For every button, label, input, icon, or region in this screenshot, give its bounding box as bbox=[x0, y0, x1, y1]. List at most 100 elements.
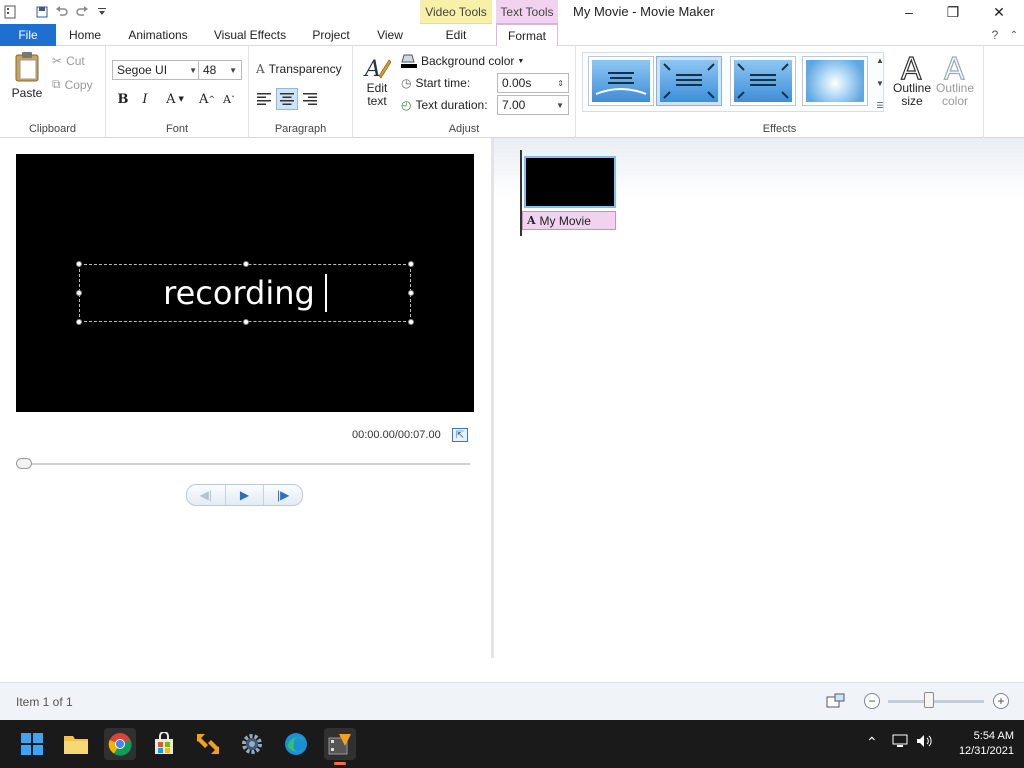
zoom-slider[interactable] bbox=[888, 700, 984, 703]
chevron-up-icon: ▲ bbox=[876, 56, 884, 65]
effect-thumbnail-1[interactable] bbox=[588, 56, 654, 106]
paste-label: Paste bbox=[11, 86, 43, 100]
chrome-button[interactable] bbox=[104, 728, 136, 760]
resize-handle[interactable] bbox=[76, 319, 82, 325]
align-center-button[interactable] bbox=[276, 88, 298, 110]
resize-handle[interactable] bbox=[76, 261, 82, 267]
paste-button[interactable]: Paste bbox=[8, 52, 46, 108]
settings-button[interactable] bbox=[236, 728, 268, 760]
font-family-select[interactable]: Segoe UI ▼ bbox=[112, 60, 202, 80]
font-size-select[interactable]: 48 ▼ bbox=[198, 60, 242, 80]
zoom-thumb[interactable] bbox=[924, 692, 934, 708]
collapse-ribbon-icon[interactable]: ⌃ bbox=[1008, 24, 1020, 46]
resize-handle[interactable] bbox=[408, 261, 414, 267]
seek-track[interactable] bbox=[16, 463, 470, 465]
customize-qat-icon[interactable] bbox=[92, 2, 112, 22]
arrow-up-icon: ^ bbox=[208, 94, 216, 104]
caption-textbox[interactable]: recording bbox=[76, 261, 414, 325]
tab-visual-effects[interactable]: Visual Effects bbox=[208, 24, 292, 46]
show-hidden-icons-button[interactable]: ⌃ bbox=[866, 734, 878, 751]
clip-thumbnail[interactable] bbox=[524, 156, 616, 208]
resize-handle[interactable] bbox=[243, 319, 249, 325]
resize-handle[interactable] bbox=[408, 290, 414, 296]
text-caret bbox=[324, 274, 327, 312]
play-button[interactable]: ▶ bbox=[226, 485, 265, 505]
arrows-app-icon bbox=[197, 734, 219, 754]
shrink-font-button[interactable]: Aˇ bbox=[218, 88, 240, 110]
copy-button[interactable]: ⧉ Copy bbox=[52, 77, 93, 92]
start-time-value: 0.00s bbox=[502, 76, 532, 90]
effect-thumbnail-4[interactable] bbox=[802, 56, 868, 106]
thumbnail-size-button[interactable] bbox=[826, 693, 846, 709]
align-right-button[interactable] bbox=[299, 88, 321, 110]
playhead[interactable] bbox=[520, 150, 522, 236]
start-time-input[interactable]: 0.00s ⇕ bbox=[497, 73, 569, 93]
effect-preview bbox=[806, 60, 864, 102]
save-icon[interactable] bbox=[32, 2, 52, 22]
volume-icon[interactable] bbox=[916, 734, 934, 751]
video-tools-context-label: Video Tools bbox=[420, 0, 492, 24]
edge-icon bbox=[285, 733, 307, 755]
gallery-scroll[interactable]: ▲ ▼ ☰ bbox=[874, 56, 886, 110]
help-icon[interactable]: ? bbox=[988, 24, 1002, 46]
adjust-group: A Edit text Background color ▼ ◷ Start t… bbox=[353, 46, 576, 138]
minimize-button[interactable]: – bbox=[886, 0, 932, 24]
italic-button[interactable]: I bbox=[134, 88, 156, 110]
start-button[interactable] bbox=[16, 728, 48, 760]
next-frame-icon: |▶ bbox=[277, 488, 290, 502]
close-button[interactable]: ✕ bbox=[976, 0, 1022, 24]
zoom-in-button[interactable]: + bbox=[993, 693, 1009, 709]
store-icon bbox=[155, 732, 173, 754]
redo-icon[interactable] bbox=[72, 2, 92, 22]
seek-thumb[interactable] bbox=[16, 458, 32, 469]
align-right-icon bbox=[303, 93, 317, 105]
font-color-button[interactable]: A ▼ bbox=[160, 88, 190, 110]
taskbar: ⌃ 5:54 AM 12/31/2021 bbox=[0, 720, 1024, 768]
previous-frame-button[interactable]: ◀| bbox=[187, 485, 226, 505]
maximize-button[interactable]: ❐ bbox=[930, 0, 976, 24]
edit-text-icon: A bbox=[363, 57, 391, 82]
file-explorer-button[interactable] bbox=[60, 728, 92, 760]
grow-font-button[interactable]: A ^ bbox=[196, 88, 218, 110]
outline-color-button[interactable]: A Outline color bbox=[934, 52, 976, 116]
bold-button[interactable]: B bbox=[112, 88, 134, 110]
system-clock[interactable]: 5:54 AM 12/31/2021 bbox=[944, 729, 1014, 759]
align-left-button[interactable] bbox=[253, 88, 275, 110]
chrome-icon bbox=[108, 733, 132, 756]
app-button[interactable] bbox=[192, 728, 224, 760]
stopwatch-icon: ◴ bbox=[401, 98, 412, 112]
effect-thumbnail-2[interactable] bbox=[656, 56, 722, 106]
cut-button[interactable]: ✂ Cut bbox=[52, 54, 85, 68]
caption-text: recording bbox=[163, 274, 315, 312]
undo-icon[interactable] bbox=[52, 2, 72, 22]
tab-animations[interactable]: Animations bbox=[122, 24, 194, 46]
tab-edit[interactable]: Edit bbox=[420, 24, 492, 46]
clip-caption-bar[interactable]: A My Movie bbox=[522, 211, 616, 230]
edit-text-button[interactable]: A Edit text bbox=[361, 54, 393, 116]
tab-home[interactable]: Home bbox=[62, 24, 108, 46]
movie-maker-button[interactable] bbox=[324, 728, 356, 765]
transparency-icon: A bbox=[256, 62, 265, 76]
effect-thumbnail-3[interactable] bbox=[730, 56, 796, 106]
network-icon[interactable] bbox=[892, 734, 908, 751]
store-button[interactable] bbox=[148, 728, 180, 760]
fullscreen-preview-button[interactable]: ⇱ bbox=[452, 428, 468, 442]
background-color-button[interactable]: Background color ▼ bbox=[401, 54, 524, 68]
text-duration-select[interactable]: 7.00 ▼ bbox=[497, 95, 569, 115]
transparency-button[interactable]: A Transparency bbox=[256, 62, 342, 76]
outline-size-button[interactable]: A Outline size bbox=[892, 52, 932, 116]
zoom-out-button[interactable]: − bbox=[864, 693, 880, 709]
tab-format[interactable]: Format bbox=[496, 24, 558, 47]
movie-maker-icon bbox=[328, 734, 351, 755]
tab-project[interactable]: Project bbox=[306, 24, 356, 46]
app-menu-icon[interactable] bbox=[0, 2, 20, 22]
resize-handle[interactable] bbox=[408, 319, 414, 325]
edge-button[interactable] bbox=[280, 728, 312, 760]
resize-handle[interactable] bbox=[243, 261, 249, 267]
svg-text:A: A bbox=[363, 57, 381, 82]
tab-view[interactable]: View bbox=[370, 24, 410, 46]
next-frame-button[interactable]: |▶ bbox=[264, 485, 302, 505]
resize-handle[interactable] bbox=[76, 290, 82, 296]
tab-file[interactable]: File bbox=[0, 24, 56, 46]
outline-color-label: Outline color bbox=[935, 81, 975, 108]
